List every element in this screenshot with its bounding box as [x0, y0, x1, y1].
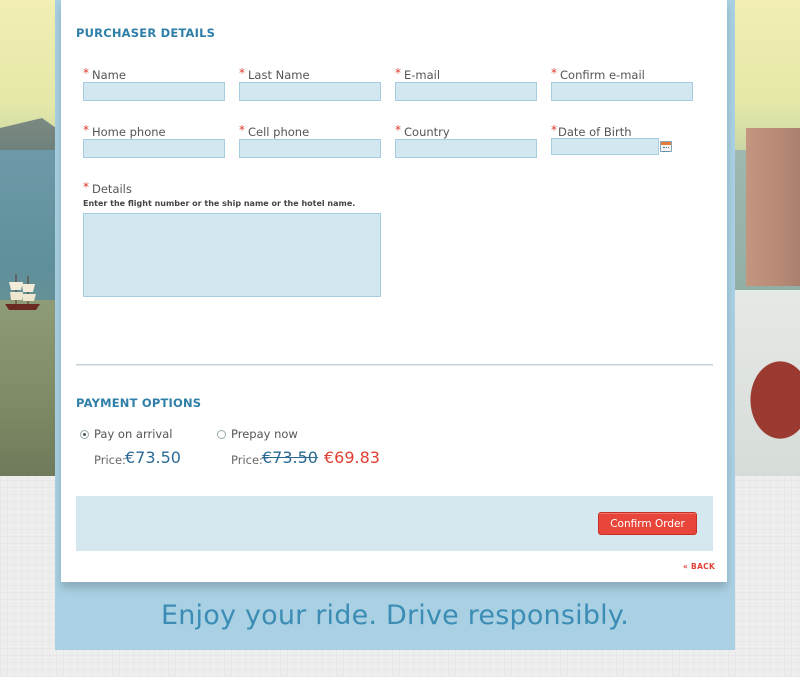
required-mark: * [83, 123, 89, 137]
pay-on-arrival-price: €73.50 [125, 448, 181, 467]
cell-phone-label-text: Cell phone [248, 125, 310, 139]
details-textarea[interactable] [83, 213, 381, 297]
cell-phone-input[interactable] [239, 139, 381, 158]
background-tower [746, 128, 800, 286]
email-label-text: E-mail [404, 68, 441, 82]
country-label: * Country [395, 123, 450, 139]
details-label: * Details [83, 180, 132, 196]
email-label: * E-mail [395, 66, 440, 82]
details-label-text: Details [92, 182, 132, 196]
required-mark: * [395, 66, 401, 80]
confirm-email-input[interactable] [551, 82, 693, 101]
home-phone-input[interactable] [83, 139, 225, 158]
section-divider [76, 364, 713, 366]
details-hint: Enter the flight number or the ship name… [83, 199, 356, 208]
name-label: * Name [83, 66, 126, 82]
required-mark: * [83, 66, 89, 80]
required-mark: * [239, 123, 245, 137]
date-of-birth-input[interactable] [551, 138, 659, 155]
date-of-birth-label: *Date of Birth [551, 123, 632, 139]
home-phone-label: * Home phone [83, 123, 166, 139]
date-of-birth-label-text: Date of Birth [558, 125, 632, 139]
calendar-icon[interactable] [660, 141, 672, 152]
cell-phone-label: * Cell phone [239, 123, 309, 139]
last-name-label-text: Last Name [248, 68, 310, 82]
name-input[interactable] [83, 82, 225, 101]
required-mark: * [239, 66, 245, 80]
name-label-text: Name [92, 68, 126, 82]
prepay-now-price-label: Price: [231, 453, 263, 467]
required-mark: * [83, 180, 89, 194]
required-mark: * [551, 66, 557, 80]
last-name-label: * Last Name [239, 66, 310, 82]
country-input[interactable] [395, 139, 537, 158]
confirm-email-label-text: Confirm e-mail [560, 68, 645, 82]
confirm-order-button[interactable]: Confirm Order [598, 512, 697, 535]
home-phone-label-text: Home phone [92, 125, 166, 139]
email-input[interactable] [395, 82, 537, 101]
pay-on-arrival-radio[interactable] [80, 430, 89, 439]
payment-options-title: PAYMENT OPTIONS [76, 396, 202, 410]
country-label-text: Country [404, 125, 450, 139]
confirm-email-label: * Confirm e-mail [551, 66, 645, 82]
required-mark: * [395, 123, 401, 137]
back-link[interactable]: « BACK [683, 562, 715, 571]
required-mark: * [551, 123, 557, 137]
background-dome [734, 340, 800, 440]
sailing-ship-image [5, 274, 40, 310]
footer-slogan: Enjoy your ride. Drive responsibly. [160, 600, 629, 631]
prepay-now-discount-price: €69.83 [324, 448, 380, 467]
prepay-now-label[interactable]: Prepay now [231, 427, 298, 441]
purchaser-details-title: PURCHASER DETAILS [76, 26, 216, 40]
prepay-now-radio[interactable] [217, 430, 226, 439]
pay-on-arrival-label[interactable]: Pay on arrival [94, 427, 172, 441]
last-name-input[interactable] [239, 82, 381, 101]
pay-on-arrival-price-label: Price: [94, 453, 126, 467]
prepay-now-old-price: €73.50 [262, 448, 318, 467]
